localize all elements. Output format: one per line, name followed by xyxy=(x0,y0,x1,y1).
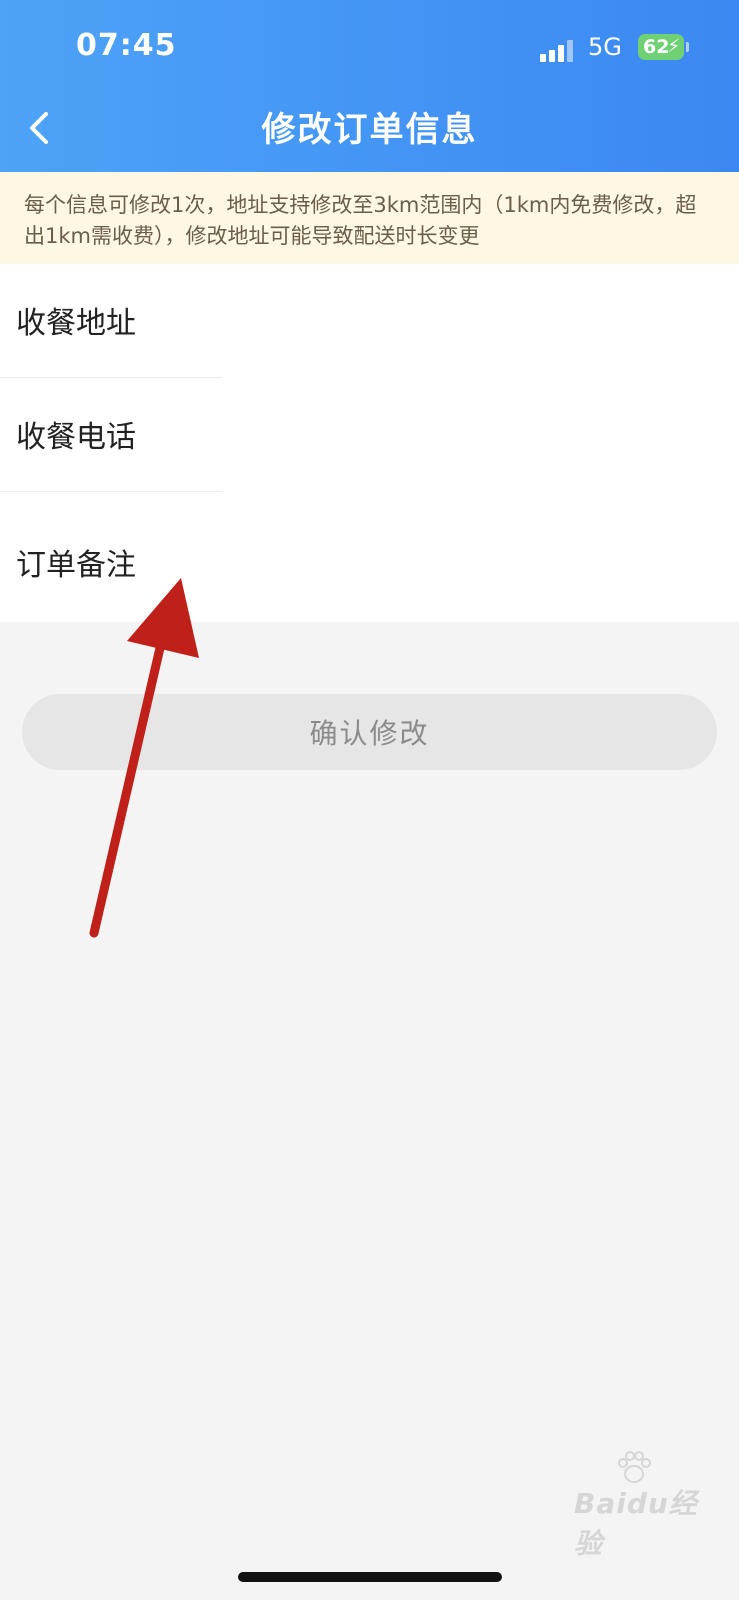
home-indicator[interactable] xyxy=(238,1572,502,1582)
battery-icon: 62 ⚡ xyxy=(638,34,684,60)
edit-options-list: 收餐地址 收餐电话 订单备注 xyxy=(0,264,739,622)
row-label: 收餐电话 xyxy=(16,420,136,455)
signal-icon xyxy=(540,38,576,62)
row-label: 收餐地址 xyxy=(16,306,136,341)
row-label: 订单备注 xyxy=(16,548,136,583)
notice-banner: 每个信息可修改1次，地址支持修改至3km范围内（1km内免费修改，超出1km需收… xyxy=(0,172,739,264)
watermark-text: Baidu经验 xyxy=(574,1487,698,1560)
network-type: 5G xyxy=(588,33,622,61)
row-delivery-phone[interactable]: 收餐电话 xyxy=(0,378,739,492)
confirm-button[interactable]: 确认修改 xyxy=(22,694,717,770)
watermark: Baidu经验 xyxy=(566,1451,706,1560)
battery-tip xyxy=(686,42,689,52)
battery-level: 62 xyxy=(643,36,670,58)
page-title: 修改订单信息 xyxy=(261,110,478,150)
status-time: 07:45 xyxy=(76,28,177,63)
app-header: 07:45 5G 62 ⚡ 修改订单信息 xyxy=(0,0,739,172)
charging-icon: ⚡ xyxy=(667,36,680,57)
row-delivery-address[interactable]: 收餐地址 xyxy=(0,264,739,378)
row-order-note[interactable]: 订单备注 xyxy=(0,492,739,622)
